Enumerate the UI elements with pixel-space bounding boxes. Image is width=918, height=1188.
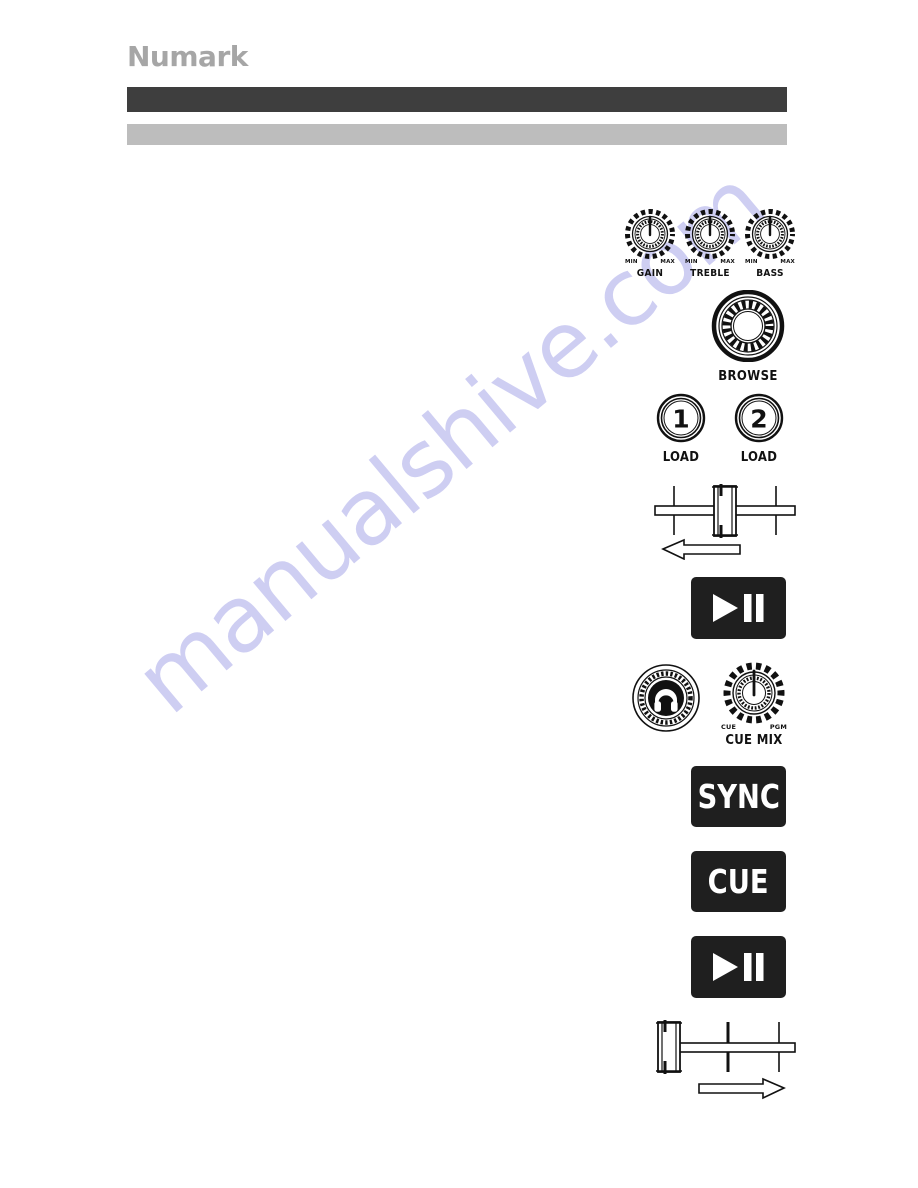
bass-knob[interactable]: MIN MAX BASS <box>742 208 798 279</box>
cue-mix-min-label: CUE <box>721 723 737 731</box>
load-1-icon: 1 <box>656 393 706 443</box>
header-dark-bar <box>127 87 787 112</box>
gain-knob-range: MIN MAX <box>622 259 678 268</box>
crossfader-top[interactable] <box>652 478 798 565</box>
svg-text:1: 1 <box>672 405 689 434</box>
load-button-2[interactable]: 2 LOAD <box>728 392 790 465</box>
play-pause-icon <box>712 953 763 981</box>
crossfader-top-icon <box>654 484 796 561</box>
browse-encoder[interactable]: BROWSE <box>706 289 790 384</box>
bass-knob-icon <box>745 209 795 259</box>
crossfader-bottom-icon <box>656 1020 796 1100</box>
gain-min-label: MIN <box>625 259 638 265</box>
crossfader-bottom[interactable] <box>652 1010 798 1105</box>
browse-knob-icon <box>711 289 785 363</box>
arrow-left-icon <box>661 538 741 561</box>
gain-max-label: MAX <box>660 259 675 265</box>
headphone-icon <box>632 664 700 732</box>
play-pause-icon <box>712 594 763 622</box>
header-gray-bar <box>127 124 787 145</box>
play-pause-button-2[interactable] <box>691 936 786 998</box>
cue-mix-row: CUE PGM CUE MIX <box>630 662 795 754</box>
gain-knob-label: GAIN <box>636 268 664 279</box>
load-button-1[interactable]: 1 LOAD <box>650 392 712 465</box>
treble-knob-label: TREBLE <box>690 268 730 279</box>
bass-knob-label: BASS <box>756 268 784 279</box>
cue-button[interactable]: CUE <box>691 851 786 912</box>
sync-button-label: SYNC <box>697 777 780 816</box>
eq-knob-row: MIN MAX GAIN MIN MAX TREBLE MIN MAX BASS <box>622 208 800 280</box>
treble-knob[interactable]: MIN MAX TREBLE <box>682 208 738 279</box>
cue-mix-max-label: PGM <box>769 723 787 731</box>
cue-mix-label: CUE MIX <box>725 733 783 748</box>
treble-max-label: MAX <box>720 259 735 265</box>
headphone-cue-button[interactable] <box>630 662 702 739</box>
load-2-label: LOAD <box>740 450 778 465</box>
play-pause-button-1[interactable] <box>691 577 786 639</box>
numark-logo: Numark <box>127 40 248 73</box>
bass-min-label: MIN <box>745 259 758 265</box>
treble-min-label: MIN <box>685 259 698 265</box>
gain-knob-icon <box>625 209 675 259</box>
gain-knob[interactable]: MIN MAX GAIN <box>622 208 678 279</box>
arrow-right-icon <box>698 1077 786 1100</box>
load-1-label: LOAD <box>662 450 700 465</box>
cue-mix-range: CUE PGM <box>715 723 793 733</box>
bass-max-label: MAX <box>780 259 795 265</box>
svg-text:2: 2 <box>750 405 767 434</box>
sync-button[interactable]: SYNC <box>691 766 786 827</box>
treble-knob-icon <box>685 209 735 259</box>
cue-button-label: CUE <box>708 862 769 901</box>
cue-mix-knob-icon <box>723 662 785 724</box>
browse-label: BROWSE <box>718 369 778 384</box>
cue-mix-knob[interactable]: CUE PGM CUE MIX <box>715 662 793 748</box>
load-2-icon: 2 <box>734 393 784 443</box>
treble-knob-range: MIN MAX <box>682 259 738 268</box>
load-button-row: 1 LOAD 2 LOAD <box>650 392 794 465</box>
control-illustrations: MIN MAX GAIN MIN MAX TREBLE MIN MAX BASS… <box>0 0 918 1188</box>
bass-knob-range: MIN MAX <box>742 259 798 268</box>
